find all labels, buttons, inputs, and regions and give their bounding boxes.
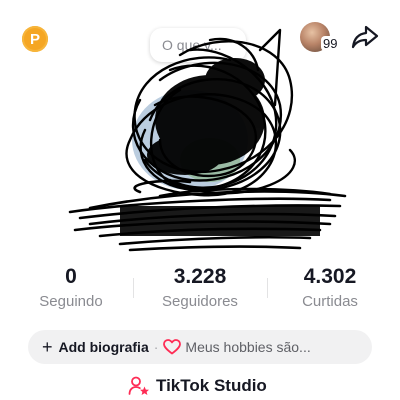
creator-studio-icon [128,375,150,397]
bio-separator: · [153,339,159,355]
plus-icon: + [42,337,53,357]
likes-stat[interactable]: 4.302 Curtidas [288,264,372,312]
share-arrow-icon [351,25,379,49]
followers-stat[interactable]: 3.228 Seguidores [150,264,250,312]
add-bio-label: Add biografia [58,339,149,355]
following-label: Seguindo [39,293,103,310]
friends-count: 99 [321,36,340,51]
stat-divider [133,278,134,298]
followers-label: Seguidores [162,293,238,310]
following-value: 0 [65,265,77,288]
add-bio-pill[interactable]: + Add biografia · Meus hobbies são... [28,330,372,364]
followers-value: 3.228 [173,265,227,288]
tiktok-studio-link[interactable]: TikTok Studio [128,374,267,398]
tiktok-studio-label: TikTok Studio [156,376,267,395]
likes-label: Curtidas [302,293,358,310]
following-stat[interactable]: 0 Seguindo [22,264,120,312]
stat-divider [267,278,268,298]
coin-letter: P [29,30,40,48]
likes-value: 4.302 [303,265,357,288]
coin-icon[interactable]: P [22,26,48,52]
heart-outline-icon [163,339,182,355]
profile-stats: 0 Seguindo 3.228 Seguidores 4.302 Curtid… [0,264,400,314]
hobbies-suggestion: Meus hobbies são... [185,339,311,355]
share-button[interactable] [348,22,382,52]
